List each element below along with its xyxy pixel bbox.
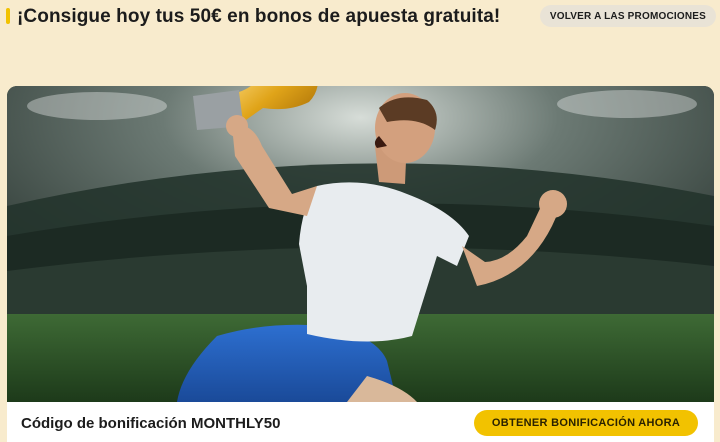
page-title: ¡Consigue hoy tus 50€ en bonos de apuest… [17,6,501,27]
get-bonus-button[interactable]: OBTENER BONIFICACIÓN AHORA [474,410,698,436]
back-to-promotions-button[interactable]: VOLVER A LAS PROMOCIONES [539,5,716,27]
promo-header: ¡Consigue hoy tus 50€ en bonos de apuest… [0,0,720,34]
hero-image [7,86,714,402]
bonus-footer: Código de bonificación MONTHLY50 OBTENER… [7,402,714,442]
accent-bar [6,8,10,24]
hero-illustration [7,86,714,402]
bonus-code-label: Código de bonificación MONTHLY50 [21,415,281,432]
